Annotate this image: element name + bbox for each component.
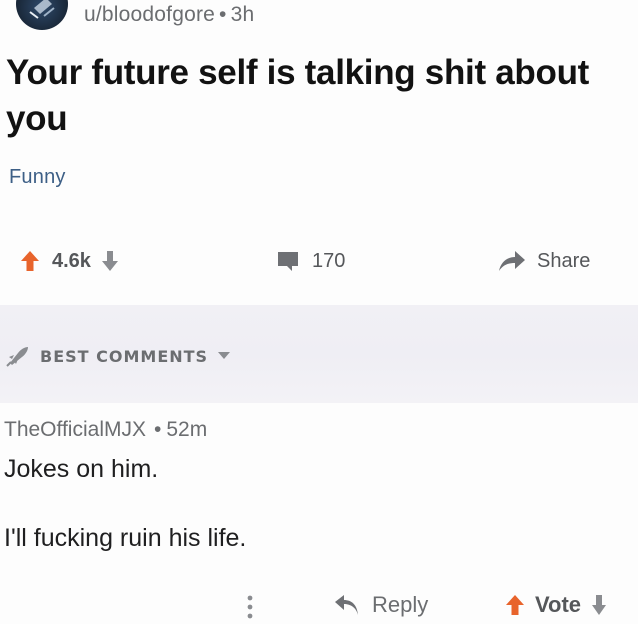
reply-button[interactable]: Reply bbox=[334, 592, 428, 618]
author-name[interactable]: u/bloodofgore bbox=[84, 3, 215, 26]
reply-label: Reply bbox=[372, 592, 429, 617]
share-label: Share bbox=[537, 249, 591, 272]
upvote-icon[interactable] bbox=[20, 250, 40, 272]
more-options-icon[interactable] bbox=[246, 594, 254, 620]
share-button[interactable]: Share bbox=[497, 246, 590, 276]
comment-time: 52m bbox=[166, 418, 208, 441]
sort-label: BEST COMMENTS bbox=[40, 346, 209, 366]
upvote-icon[interactable] bbox=[505, 594, 525, 616]
post-time: 3h bbox=[230, 3, 255, 26]
share-icon bbox=[499, 251, 525, 271]
vote-label: Vote bbox=[535, 592, 582, 617]
comments-button[interactable]: 170 bbox=[276, 246, 345, 276]
comment-count: 170 bbox=[312, 249, 346, 272]
chevron-down-icon bbox=[218, 352, 231, 359]
downvote-icon[interactable] bbox=[101, 250, 119, 272]
comment-icon bbox=[278, 252, 298, 271]
comment-text-line: I'll fucking ruin his life. bbox=[4, 524, 247, 552]
rocket-icon bbox=[6, 347, 28, 367]
comments-sort-bar: BEST COMMENTS bbox=[0, 305, 638, 403]
post-score: 4.6k bbox=[52, 249, 91, 272]
post-author[interactable]: u/bloodofgore • 3h bbox=[84, 3, 254, 27]
downvote-icon[interactable] bbox=[591, 594, 607, 616]
sort-dropdown[interactable]: BEST COMMENTS bbox=[6, 345, 231, 367]
post-header: u/bloodofgore • 3h bbox=[0, 0, 638, 40]
comment-text-line: Jokes on him. bbox=[4, 455, 159, 483]
comment-meta: TheOfficialMJX • 52m bbox=[4, 418, 207, 442]
avatar[interactable] bbox=[16, 0, 68, 30]
reply-icon bbox=[335, 595, 358, 615]
comment-vote-group: Vote bbox=[505, 592, 607, 618]
comment-action-bar: Reply Vote bbox=[0, 586, 638, 624]
separator-dot: • bbox=[219, 3, 227, 26]
post-flair[interactable]: Funny bbox=[9, 166, 66, 189]
post-page: u/bloodofgore • 3h Your future self is tal… bbox=[0, 0, 638, 624]
avatar-image bbox=[29, 0, 55, 19]
separator-dot: • bbox=[154, 418, 162, 441]
comment-author[interactable]: TheOfficialMJX bbox=[4, 418, 146, 441]
vote-group: 4.6k bbox=[20, 246, 119, 276]
post-action-bar: 4.6k 170 Share bbox=[0, 238, 638, 282]
post-title[interactable]: Your future self is talking shit about y… bbox=[6, 50, 626, 142]
